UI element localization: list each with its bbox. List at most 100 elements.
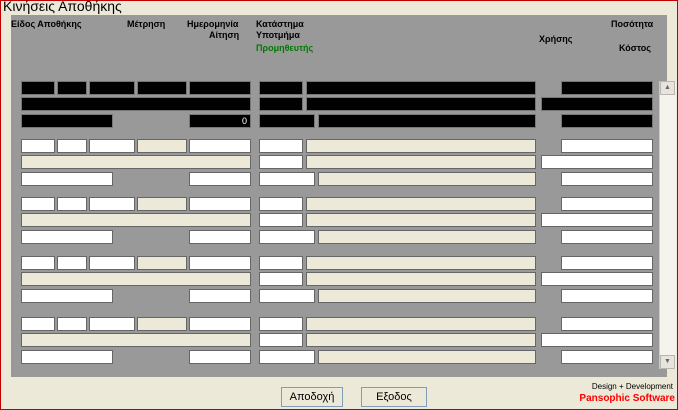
field-supplier[interactable] xyxy=(259,350,315,364)
field-supplier[interactable] xyxy=(259,172,315,186)
field-date[interactable] xyxy=(189,81,251,95)
field-supplier-name[interactable] xyxy=(318,114,536,128)
field-usage[interactable] xyxy=(541,272,653,286)
field-status-name[interactable] xyxy=(306,139,536,153)
field-request[interactable] xyxy=(189,289,251,303)
field-date[interactable] xyxy=(189,197,251,211)
field-description[interactable] xyxy=(21,213,251,227)
field-status-name[interactable] xyxy=(306,317,536,331)
field-sub[interactable] xyxy=(259,155,303,169)
field-date[interactable] xyxy=(189,256,251,270)
field-supplier[interactable] xyxy=(259,230,315,244)
header-qty: Ποσότητα xyxy=(611,19,654,29)
window-title: Κινήσεις Αποθήκης xyxy=(3,0,122,14)
field-kind-3[interactable] xyxy=(89,256,135,270)
field-request[interactable] xyxy=(189,172,251,186)
field-kind-3[interactable] xyxy=(89,317,135,331)
field-kind-1[interactable] xyxy=(21,317,55,331)
field-kind-2[interactable] xyxy=(57,81,87,95)
field-status[interactable] xyxy=(259,317,303,331)
field-sub-name[interactable] xyxy=(306,97,536,111)
header-status: Κατάστημα xyxy=(256,19,304,29)
field-unit[interactable] xyxy=(137,317,187,331)
field-qty[interactable] xyxy=(561,256,653,270)
field-qty[interactable] xyxy=(561,317,653,331)
field-cost[interactable] xyxy=(561,350,653,364)
field-status-name[interactable] xyxy=(306,197,536,211)
field-usage[interactable] xyxy=(541,97,653,111)
field-kind-2[interactable] xyxy=(57,139,87,153)
field-request[interactable] xyxy=(189,230,251,244)
field-sub-name[interactable] xyxy=(306,155,536,169)
scroll-up-icon[interactable]: ▲ xyxy=(660,81,675,95)
field-sub[interactable] xyxy=(259,213,303,227)
field-kind-1[interactable] xyxy=(21,139,55,153)
field-status[interactable] xyxy=(259,197,303,211)
field-code[interactable] xyxy=(21,230,113,244)
field-supplier[interactable] xyxy=(259,289,315,303)
header-kind: Είδος Αποθήκης xyxy=(11,19,82,29)
field-qty[interactable] xyxy=(561,81,653,95)
field-sub-name[interactable] xyxy=(306,213,536,227)
field-status[interactable] xyxy=(259,81,303,95)
field-sub[interactable] xyxy=(259,272,303,286)
field-code[interactable] xyxy=(21,114,113,128)
field-sub[interactable] xyxy=(259,97,303,111)
field-status-name[interactable] xyxy=(306,81,536,95)
field-usage[interactable] xyxy=(541,333,653,347)
field-supplier-name[interactable] xyxy=(318,230,536,244)
scroll-down-icon[interactable]: ▼ xyxy=(660,355,675,369)
field-request[interactable] xyxy=(189,350,251,364)
field-kind-1[interactable] xyxy=(21,256,55,270)
field-description[interactable] xyxy=(21,97,251,111)
field-status-name[interactable] xyxy=(306,256,536,270)
field-supplier-name[interactable] xyxy=(318,350,536,364)
vertical-scrollbar[interactable]: ▲ ▼ xyxy=(659,81,676,369)
field-qty[interactable] xyxy=(561,139,653,153)
field-supplier[interactable] xyxy=(259,114,315,128)
field-kind-3[interactable] xyxy=(89,139,135,153)
field-unit[interactable] xyxy=(137,81,187,95)
field-code[interactable] xyxy=(21,350,113,364)
field-cost[interactable] xyxy=(561,289,653,303)
field-kind-2[interactable] xyxy=(57,256,87,270)
field-usage[interactable] xyxy=(541,155,653,169)
accept-button[interactable]: Αποδοχή xyxy=(281,387,343,407)
field-kind-3[interactable] xyxy=(89,197,135,211)
field-sub-name[interactable] xyxy=(306,272,536,286)
field-unit[interactable] xyxy=(137,197,187,211)
field-date[interactable] xyxy=(189,317,251,331)
field-description[interactable] xyxy=(21,155,251,169)
field-code[interactable] xyxy=(21,289,113,303)
field-request[interactable]: 0 xyxy=(189,114,251,128)
field-unit[interactable] xyxy=(137,256,187,270)
field-description[interactable] xyxy=(21,333,251,347)
field-cost[interactable] xyxy=(561,230,653,244)
field-kind-1[interactable] xyxy=(21,197,55,211)
field-qty[interactable] xyxy=(561,197,653,211)
main-window: Κινήσεις Αποθήκης Είδος Αποθήκης Μέτρηση… xyxy=(0,0,678,410)
field-sub[interactable] xyxy=(259,333,303,347)
header-unit: Μέτρηση xyxy=(127,19,166,29)
field-description[interactable] xyxy=(21,272,251,286)
field-supplier-name[interactable] xyxy=(318,289,536,303)
field-status[interactable] xyxy=(259,139,303,153)
field-supplier-name[interactable] xyxy=(318,172,536,186)
field-unit[interactable] xyxy=(137,139,187,153)
field-kind-3[interactable] xyxy=(89,81,135,95)
field-kind-2[interactable] xyxy=(57,197,87,211)
field-status[interactable] xyxy=(259,256,303,270)
credit-design: Design + Development xyxy=(591,382,673,391)
field-sub-name[interactable] xyxy=(306,333,536,347)
field-kind-2[interactable] xyxy=(57,317,87,331)
records-grid: Είδος Αποθήκης Μέτρηση Ημερομηνία Αίτηση… xyxy=(11,15,667,377)
field-usage[interactable] xyxy=(541,213,653,227)
title-bar: Κινήσεις Αποθήκης xyxy=(1,0,677,15)
field-cost[interactable] xyxy=(561,114,653,128)
field-cost[interactable] xyxy=(561,172,653,186)
field-kind-1[interactable] xyxy=(21,81,55,95)
header-date: Ημερομηνία xyxy=(187,19,239,29)
exit-button[interactable]: Εξοδος xyxy=(361,387,427,407)
field-code[interactable] xyxy=(21,172,113,186)
field-date[interactable] xyxy=(189,139,251,153)
